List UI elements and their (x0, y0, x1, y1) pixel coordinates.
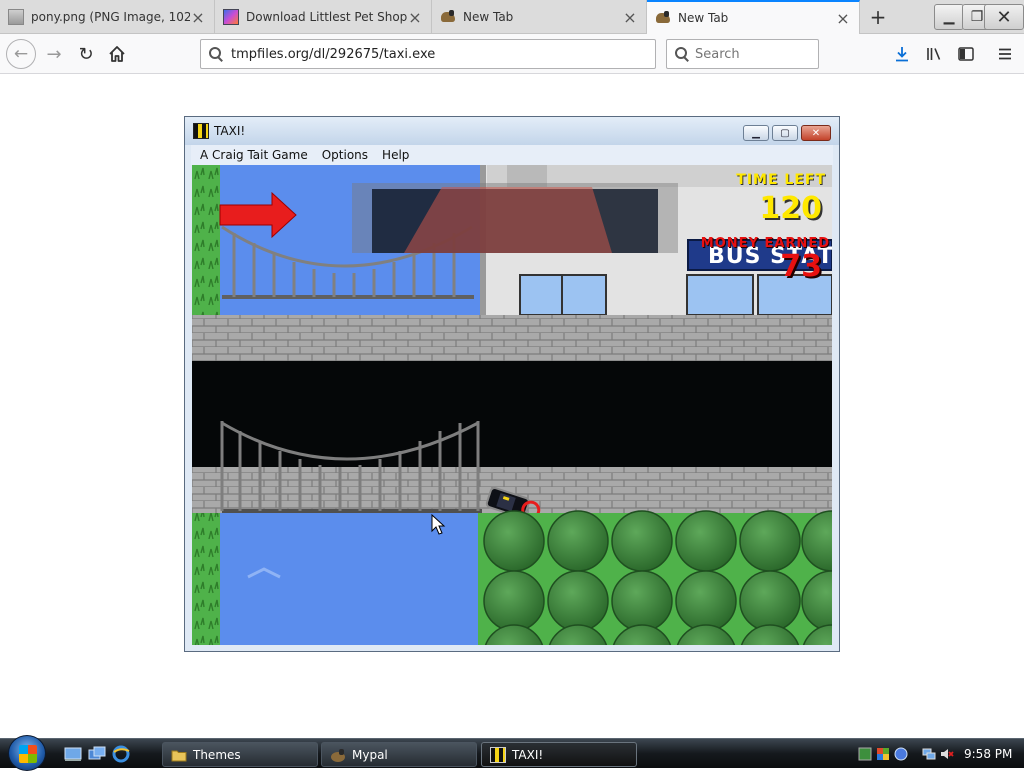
start-button[interactable] (8, 735, 46, 771)
close-icon[interactable]: × (190, 8, 206, 27)
navigation-toolbar: ← → ↻ tmpfiles.org/dl/292675/taxi.exe (0, 34, 1024, 74)
search-icon (675, 47, 689, 61)
home-icon (109, 46, 125, 62)
close-icon[interactable]: × (835, 9, 851, 28)
menu-item-help[interactable]: Help (375, 148, 416, 162)
mypal-browser-icon (331, 748, 345, 762)
security-center-icon[interactable] (876, 747, 890, 761)
app-title: TAXI! (214, 124, 246, 138)
tab-littlest-pet-shop[interactable]: Download Littlest Pet Shop (W × (215, 0, 432, 34)
tab-new-tab-2[interactable]: New Tab × (647, 0, 860, 34)
time-left-value: 120 (759, 191, 822, 226)
taskbar-item-mypal[interactable]: Mypal (321, 742, 477, 767)
image-file-icon (8, 9, 24, 25)
volume-muted-icon[interactable] (940, 747, 954, 761)
close-window-button[interactable]: ✕ (984, 4, 1024, 30)
search-input[interactable] (695, 46, 805, 62)
downloads-button[interactable] (888, 40, 916, 68)
tab-title: pony.png (PNG Image, 1024 × 76 (31, 10, 190, 24)
menu-item-options[interactable]: Options (315, 148, 375, 162)
home-button[interactable] (103, 40, 131, 68)
taxi-icon (193, 123, 209, 139)
system-clock[interactable]: 9:58 PM (964, 747, 1012, 761)
app-close-button[interactable]: ✕ (801, 125, 831, 141)
tab-title: New Tab (678, 11, 729, 25)
station-window (686, 274, 754, 316)
upper-sidewalk (192, 315, 832, 361)
time-left-label: TIME LEFT (736, 172, 826, 188)
hamburger-menu-icon (999, 48, 1011, 60)
taxi-app-window: TAXI! ▁ ▢ ✕ A Craig Tait Game Options He… (184, 116, 840, 652)
tab-pony-png[interactable]: pony.png (PNG Image, 1024 × 76 × (0, 0, 215, 34)
game-canvas[interactable]: BUS STATI TIME LEFT 120 MONEY EARNED 73 (192, 165, 832, 645)
close-icon[interactable]: × (622, 8, 638, 27)
close-icon: ✕ (811, 127, 821, 139)
windows-taskbar: Themes Mypal TAXI! 9:58 PM (0, 735, 1024, 771)
pony-favicon-icon (440, 9, 456, 25)
tab-strip: pony.png (PNG Image, 1024 × 76 × Downloa… (0, 0, 1024, 34)
app-menu-bar: A Craig Tait Game Options Help (191, 145, 833, 165)
littlest-pet-shop-icon (223, 9, 239, 25)
search-bar[interactable] (666, 39, 819, 69)
app-maximize-button[interactable]: ▢ (772, 125, 798, 141)
menu-item-about[interactable]: A Craig Tait Game (193, 148, 315, 162)
language-bar-icon[interactable] (858, 747, 872, 761)
arrow-right-icon: → (46, 43, 62, 65)
tab-title: Download Littlest Pet Shop (W (246, 10, 407, 24)
sidebar-icon (958, 47, 974, 61)
download-icon (896, 47, 908, 62)
new-tab-button[interactable]: + (866, 0, 890, 34)
tab-new-tab-1[interactable]: New Tab × (432, 0, 647, 34)
taxi-icon (490, 746, 506, 763)
reload-button[interactable]: ↻ (72, 40, 100, 68)
app-title-bar[interactable]: TAXI! (185, 117, 839, 145)
tab-title: New Tab (463, 10, 514, 24)
grass-strip (192, 513, 220, 645)
minimize-icon: ▁ (752, 127, 760, 139)
url-text: tmpfiles.org/dl/292675/taxi.exe (231, 46, 436, 62)
plus-icon: + (869, 5, 887, 29)
back-button[interactable]: ← (6, 39, 36, 69)
show-desktop-icon[interactable] (64, 745, 82, 763)
menu-button[interactable] (991, 40, 1019, 68)
sync-center-icon[interactable] (894, 747, 908, 761)
grass-strip (192, 165, 220, 315)
taskbar-item-themes[interactable]: Themes (162, 742, 318, 767)
reload-icon: ↻ (78, 43, 94, 65)
minimize-button[interactable]: ▁ (934, 4, 964, 30)
pony-favicon-icon (655, 10, 671, 26)
taskbar-item-taxi[interactable]: TAXI! (481, 742, 637, 767)
url-bar[interactable]: tmpfiles.org/dl/292675/taxi.exe (200, 39, 656, 69)
folder-icon (171, 750, 187, 761)
network-icon[interactable] (922, 747, 936, 761)
switch-windows-icon[interactable] (88, 745, 106, 763)
taskbar-item-label: Mypal (352, 747, 388, 762)
taskbar-item-label: TAXI! (512, 747, 544, 762)
library-icon (927, 48, 941, 60)
forward-button[interactable]: → (40, 40, 68, 68)
money-earned-value: 73 (780, 249, 822, 284)
arrow-left-icon: ← (13, 44, 29, 64)
internet-explorer-icon[interactable] (112, 745, 130, 763)
app-minimize-button[interactable]: ▁ (743, 125, 769, 141)
sidebar-button[interactable] (952, 40, 980, 68)
minimize-icon: ▁ (943, 9, 955, 25)
library-button[interactable] (920, 40, 948, 68)
restore-icon: ❐ (970, 9, 984, 25)
maximize-icon: ▢ (780, 127, 790, 139)
taskbar-item-label: Themes (193, 747, 241, 762)
close-icon: ✕ (996, 6, 1012, 28)
search-icon (209, 47, 223, 61)
close-icon[interactable]: × (407, 8, 423, 27)
